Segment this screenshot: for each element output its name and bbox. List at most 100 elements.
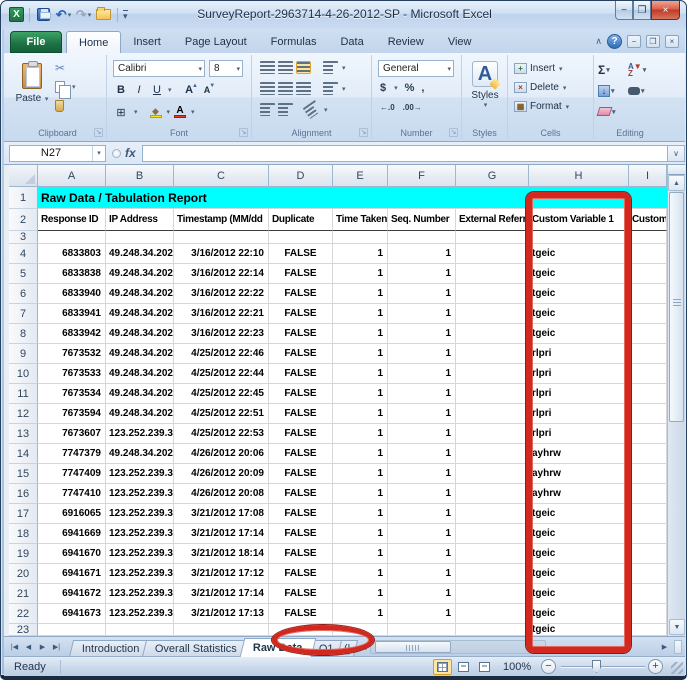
grid-cell[interactable]: FALSE	[269, 384, 333, 404]
grid-cell[interactable]: 4/25/2012 22:46	[174, 344, 269, 364]
column-header-E[interactable]: E	[333, 165, 388, 187]
tab-view[interactable]: View	[436, 31, 484, 53]
grid-cell[interactable]: 6833803	[38, 244, 106, 264]
column-header-C[interactable]: C	[174, 165, 269, 187]
grid-cell[interactable]	[456, 364, 529, 384]
grid-cell[interactable]: 3/16/2012 22:23	[174, 324, 269, 344]
vertical-split-handle[interactable]	[668, 165, 685, 175]
grid-cell[interactable]: 6941672	[38, 584, 106, 604]
grid-cell[interactable]: 6833940	[38, 284, 106, 304]
column-header-D[interactable]: D	[269, 165, 333, 187]
grid-cell[interactable]	[629, 324, 667, 344]
align-right-button[interactable]	[296, 82, 311, 95]
row-header-13[interactable]: 13	[9, 424, 38, 444]
grid-cell[interactable]: 3/21/2012 17:08	[174, 504, 269, 524]
row-header-12[interactable]: 12	[9, 404, 38, 424]
column-title-cell[interactable]: Custom Variable 1	[529, 209, 629, 231]
decrease-indent-button[interactable]	[260, 103, 275, 116]
grid-cell[interactable]: 1	[333, 544, 388, 564]
grid-cell[interactable]: 4/25/2012 22:44	[174, 364, 269, 384]
zoom-in-button[interactable]: +	[648, 659, 663, 674]
align-left-button[interactable]	[260, 82, 275, 95]
bold-button[interactable]: B	[113, 82, 129, 98]
horizontal-scrollbar[interactable]	[370, 640, 546, 654]
grid-cell[interactable]: 49.248.34.202	[106, 244, 174, 264]
column-title-cell[interactable]: Custom V	[629, 209, 667, 231]
grid-cell[interactable]: tgeic	[529, 304, 629, 324]
grid-cell[interactable]: 6833838	[38, 264, 106, 284]
grid-cell[interactable]: 1	[333, 264, 388, 284]
grid-cell[interactable]: rlpri	[529, 344, 629, 364]
format-painter-button[interactable]	[55, 98, 76, 113]
grid-cell[interactable]: 1	[333, 564, 388, 584]
grid-cell[interactable]: 123.252.239.3	[106, 424, 174, 444]
row-header-9[interactable]: 9	[9, 344, 38, 364]
grid-cell[interactable]: 6941669	[38, 524, 106, 544]
grid-cell[interactable]: 3/16/2012 22:21	[174, 304, 269, 324]
workbook-restore-button[interactable]: ❐	[646, 35, 660, 48]
grid-cell[interactable]	[38, 624, 106, 636]
fill-color-button[interactable]: ◆	[150, 107, 162, 118]
page-break-view-button[interactable]	[475, 659, 494, 675]
row-header-15[interactable]: 15	[9, 464, 38, 484]
grid-cell[interactable]	[106, 624, 174, 636]
grid-cell[interactable]	[269, 624, 333, 636]
grid-cell[interactable]: FALSE	[269, 264, 333, 284]
cut-button[interactable]: ✂	[55, 60, 76, 75]
last-sheet-button[interactable]: ▶|	[50, 640, 63, 654]
grid-cell[interactable]	[629, 244, 667, 264]
copy-button[interactable]: ▾	[55, 79, 76, 94]
paste-button[interactable]: Paste ▾	[13, 59, 51, 123]
grid-cell[interactable]	[456, 604, 529, 624]
grid-cell[interactable]: rlpri	[529, 424, 629, 444]
autosum-button[interactable]: Σ▾	[598, 63, 628, 77]
grid-cell[interactable]: 3/16/2012 22:10	[174, 244, 269, 264]
format-cells-button[interactable]: ▦Format▾	[510, 97, 569, 116]
grid-cell[interactable]: 123.252.239.3	[106, 564, 174, 584]
grid-cell[interactable]: FALSE	[269, 604, 333, 624]
grid-cell[interactable]: 49.248.34.202	[106, 364, 174, 384]
grid-cell[interactable]	[456, 524, 529, 544]
grid-cell[interactable]	[456, 444, 529, 464]
grid-cell[interactable]	[629, 484, 667, 504]
grid-cell[interactable]: 3/21/2012 18:14	[174, 544, 269, 564]
sort-filter-button[interactable]: A▼Z▾	[628, 63, 658, 77]
tab-scroll-right-icon[interactable]: ▶	[658, 640, 671, 654]
grid-cell[interactable]: 4/25/2012 22:45	[174, 384, 269, 404]
grid-cell[interactable]	[456, 344, 529, 364]
formula-input[interactable]	[142, 145, 667, 162]
grid-cell[interactable]: tgeic	[529, 504, 629, 524]
grid-cell[interactable]	[629, 384, 667, 404]
number-format-combobox[interactable]: General▾	[378, 60, 454, 77]
grid-cell[interactable]: 1	[388, 364, 456, 384]
grid-cell[interactable]: 1	[388, 284, 456, 304]
workbook-close-button[interactable]: ×	[665, 35, 679, 48]
column-header-B[interactable]: B	[106, 165, 174, 187]
row-header-4[interactable]: 4	[9, 244, 38, 264]
grid-cell[interactable]: ayhrw	[529, 464, 629, 484]
grid-cell[interactable]: FALSE	[269, 324, 333, 344]
grid-cell[interactable]: 49.248.34.202	[106, 344, 174, 364]
row-header-5[interactable]: 5	[9, 264, 38, 284]
grid-cell[interactable]: FALSE	[269, 364, 333, 384]
grid-cell[interactable]: 123.252.239.3	[106, 464, 174, 484]
grid-cell[interactable]	[456, 231, 529, 244]
merge-center-button[interactable]	[323, 82, 338, 95]
grid-cell[interactable]	[629, 304, 667, 324]
grid-cell[interactable]: 1	[388, 504, 456, 524]
column-header-H[interactable]: H	[529, 165, 629, 187]
horizontal-scroll-thumb[interactable]	[375, 641, 451, 653]
first-sheet-button[interactable]: |◀	[8, 640, 21, 654]
grid-cell[interactable]	[629, 424, 667, 444]
font-name-combobox[interactable]: Calibri▾	[113, 60, 205, 77]
grid-cell[interactable]: 1	[333, 384, 388, 404]
grid-cell[interactable]: tgeic	[529, 624, 629, 636]
grid-cell[interactable]: tgeic	[529, 264, 629, 284]
sheet-tab-overall-statistics[interactable]: Overall Statistics	[142, 640, 250, 657]
insert-cells-button[interactable]: +Insert▾	[510, 59, 569, 78]
sheet-tab-raw-data[interactable]: Raw Data	[240, 638, 316, 657]
vertical-scroll-thumb[interactable]	[669, 192, 684, 422]
percent-button[interactable]: %	[405, 82, 415, 94]
delete-cells-button[interactable]: ×Delete▾	[510, 78, 569, 97]
grid-cell[interactable]: FALSE	[269, 344, 333, 364]
